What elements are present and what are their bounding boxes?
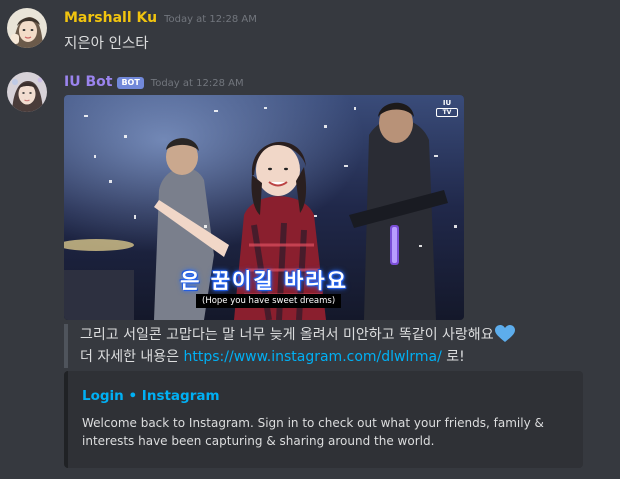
username[interactable]: Marshall Ku (64, 10, 157, 26)
user-avatar-marshall-ku[interactable] (7, 8, 47, 48)
video-overlay-caption: 은 꿈이길 바라요 (180, 269, 348, 293)
quote-line-2: 더 자세한 내용은 https://www.instagram.com/dlwl… (80, 346, 604, 368)
message-header: IU Bot BOT Today at 12:28 AM (64, 74, 244, 90)
quote-prefix: 더 자세한 내용은 (80, 349, 184, 365)
message-text: 지은아 인스타 (64, 36, 149, 52)
quoted-text-block: 그리고 서일콘 고맙다는 말 너무 늦게 올려서 미안하고 똑같이 사랑해요 더… (64, 324, 604, 368)
bot-badge: BOT (117, 77, 144, 89)
user-avatar-iu-bot[interactable] (7, 72, 47, 112)
quote-text: 그리고 서일콘 고맙다는 말 너무 늦게 올려서 미안하고 똑같이 사랑해요 (80, 327, 494, 343)
quote-suffix: 로! (441, 349, 465, 365)
video-subtitle: (Hope you have sweet dreams) (196, 294, 342, 308)
embed-description: Welcome back to Instagram. Sign in to ch… (82, 416, 544, 448)
embed-title-link[interactable]: Login • Instagram (82, 388, 567, 404)
channel-logo-bottom: TV (436, 108, 458, 117)
channel-logo: IU TV (436, 99, 458, 117)
quote-line-1: 그리고 서일콘 고맙다는 말 너무 늦게 올려서 미안하고 똑같이 사랑해요 (80, 324, 604, 346)
avatar-image (7, 72, 47, 112)
video-attachment[interactable]: IU TV 은 꿈이길 바라요 (Hope you have sweet dre… (64, 95, 464, 320)
channel-logo-top: IU (442, 99, 452, 107)
username[interactable]: IU Bot (64, 74, 112, 90)
message-header: Marshall Ku Today at 12:28 AM (64, 10, 257, 26)
instagram-link[interactable]: https://www.instagram.com/dlwlrma/ (184, 349, 442, 365)
link-embed: Login • Instagram Welcome back to Instag… (64, 371, 583, 468)
blue-heart-icon (494, 325, 515, 342)
avatar-image (7, 8, 47, 48)
timestamp: Today at 12:28 AM (150, 78, 244, 89)
timestamp: Today at 12:28 AM (164, 14, 257, 25)
